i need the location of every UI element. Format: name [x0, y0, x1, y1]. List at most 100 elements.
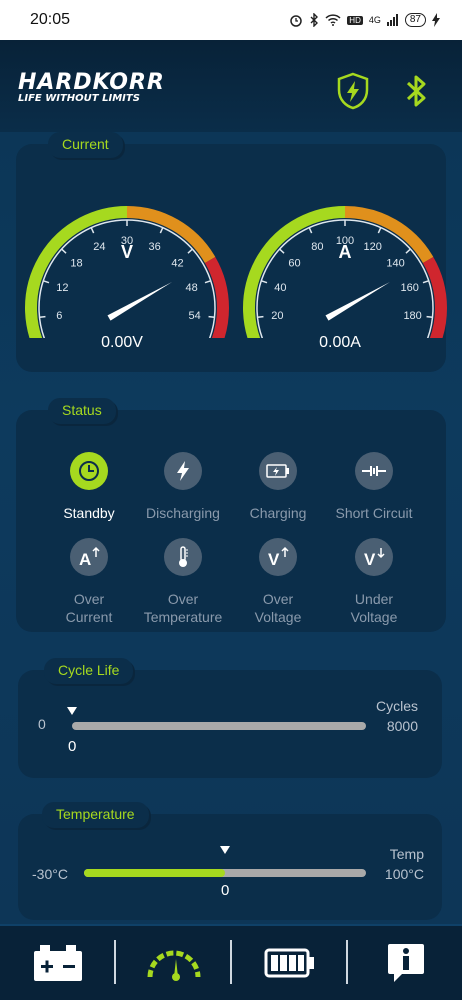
voltage-warning-zone [126, 206, 216, 264]
voltage-tick-label: 24 [93, 241, 105, 253]
nav-info-button[interactable] [348, 926, 462, 1000]
amperage-danger-zone [422, 257, 447, 359]
amperage-gauge: 020406080100120140160180200A [240, 188, 450, 359]
status-item-label: Charging [249, 505, 307, 521]
bluetooth-icon[interactable] [404, 72, 428, 115]
bolt-icon [164, 452, 202, 490]
voltage-tick [39, 315, 46, 318]
info-icon [387, 944, 424, 982]
amperage-tick [279, 248, 285, 254]
nav-battery-button[interactable] [0, 926, 115, 1000]
cycle-life-min: 0 [38, 716, 46, 732]
nav-gauge-button[interactable] [116, 926, 231, 1000]
amperage-unit: A [339, 242, 352, 262]
voltage-tick [159, 227, 164, 234]
alarm-icon [290, 15, 303, 27]
app-header: HARDKORR LIFE WITHOUT LIMITS [0, 40, 462, 132]
voltage-danger-zone [204, 257, 229, 359]
status-card-title: Status [48, 398, 116, 424]
amperage-tick [426, 315, 433, 318]
amperage-value: 0.00A [319, 334, 361, 351]
temperature-card-title: Temperature [42, 802, 149, 828]
temperature-value: 0 [221, 882, 230, 899]
shield-bolt-icon[interactable] [336, 72, 370, 115]
amperage-gauge-svg: 020406080100120140160180200A [243, 206, 447, 359]
under-voltage-icon: V [355, 538, 393, 576]
amperage-tick [405, 248, 411, 254]
status-item-label: Over Temperature [143, 591, 223, 625]
amperage-tick-label: 60 [288, 257, 300, 269]
voltage-tick [204, 280, 211, 284]
cycle-life-card: Cycle Life 0 Cycles 8000 0 [18, 658, 442, 778]
short-circuit-icon [355, 452, 393, 490]
voltage-gauge: 06121824303642485460V [22, 188, 232, 359]
voltage-tick-label: 36 [149, 241, 161, 253]
amperage-tick [308, 227, 313, 234]
battery-level-icon [264, 948, 314, 978]
hd-badge: HD [347, 15, 363, 25]
cycle-life-max-label: Cycles [375, 698, 418, 714]
cycle-life-card-title: Cycle Life [44, 658, 134, 684]
clock-icon [70, 452, 108, 490]
cycle-life-value: 0 [68, 738, 77, 755]
temperature-fill [84, 869, 225, 877]
battery-charging-icon [259, 452, 297, 490]
voltage-gauge-svg: 06121824303642485460V [25, 206, 229, 359]
cycle-life-marker [67, 707, 77, 715]
amperage-warning-zone [344, 206, 434, 264]
amperage-tick-label: 160 [400, 282, 418, 294]
over-voltage-icon: V [259, 538, 297, 576]
over-current-icon: A [70, 538, 108, 576]
brand-name: HARDKORR [18, 70, 165, 95]
voltage-tick [61, 248, 67, 254]
voltage-tick-label: 54 [189, 310, 201, 322]
thermometer-icon [164, 538, 202, 576]
network-type: 4G [368, 15, 381, 25]
current-card-title: Current [48, 132, 123, 158]
status-item-label: Under Voltage [350, 591, 398, 625]
brand-logo: HARDKORR LIFE WITHOUT LIMITS [18, 70, 165, 104]
voltage-needle [107, 282, 173, 321]
voltage-tick-label: 18 [70, 257, 82, 269]
wifi-icon [325, 14, 341, 26]
signal-icon [386, 14, 398, 26]
status-item-under-voltage: V Under Voltage [319, 538, 429, 626]
amperage-tick [377, 227, 382, 234]
bluetooth-status-icon [310, 13, 319, 27]
system-icons: HD 4G 87 [289, 13, 440, 27]
voltage-tick-label: 12 [56, 282, 68, 294]
cycle-life-track [72, 722, 366, 730]
cycle-life-max: 8000 [386, 718, 418, 734]
amperage-tick-label: 180 [403, 310, 421, 322]
temperature-max: 100°C [384, 866, 424, 882]
app-screen: HARDKORR LIFE WITHOUT LIMITS Current 0 6 1… [0, 40, 462, 1000]
battery-icon [33, 945, 82, 981]
svg-text:V: V [364, 550, 376, 568]
voltage-tick [187, 248, 193, 254]
status-item-label: Discharging [146, 505, 220, 521]
voltage-tick [208, 315, 215, 318]
status-card: Status Standby Discharging Charging Short C… [16, 398, 446, 632]
clock-time: 20:05 [30, 11, 71, 28]
voltage-unit: V [121, 242, 133, 262]
bottom-navigation [0, 924, 462, 1000]
voltage-value: 0.00V [101, 334, 143, 351]
amperage-needle [325, 282, 391, 321]
status-item-label: Short Circuit [335, 505, 413, 521]
amperage-tick-label: 20 [271, 310, 283, 322]
voltage-tick-label: 48 [186, 282, 198, 294]
nav-battery-level-button[interactable] [232, 926, 347, 1000]
temperature-max-label: Temp [389, 846, 424, 862]
gauge-icon [147, 950, 200, 981]
amperage-tick-label: 120 [363, 241, 381, 253]
voltage-tick-label: 6 [56, 310, 62, 322]
voltage-tick-label: 42 [171, 257, 183, 269]
amperage-tick [257, 315, 264, 318]
status-item-short-circuit: Short Circuit [319, 452, 429, 522]
status-item-battery-charging: Charging [223, 452, 333, 522]
amperage-tick-label: 140 [386, 257, 404, 269]
temperature-min: -30°C [32, 866, 68, 882]
svg-text:V: V [268, 550, 280, 568]
status-item-bolt: Discharging [128, 452, 238, 522]
voltage-tick [90, 227, 95, 234]
